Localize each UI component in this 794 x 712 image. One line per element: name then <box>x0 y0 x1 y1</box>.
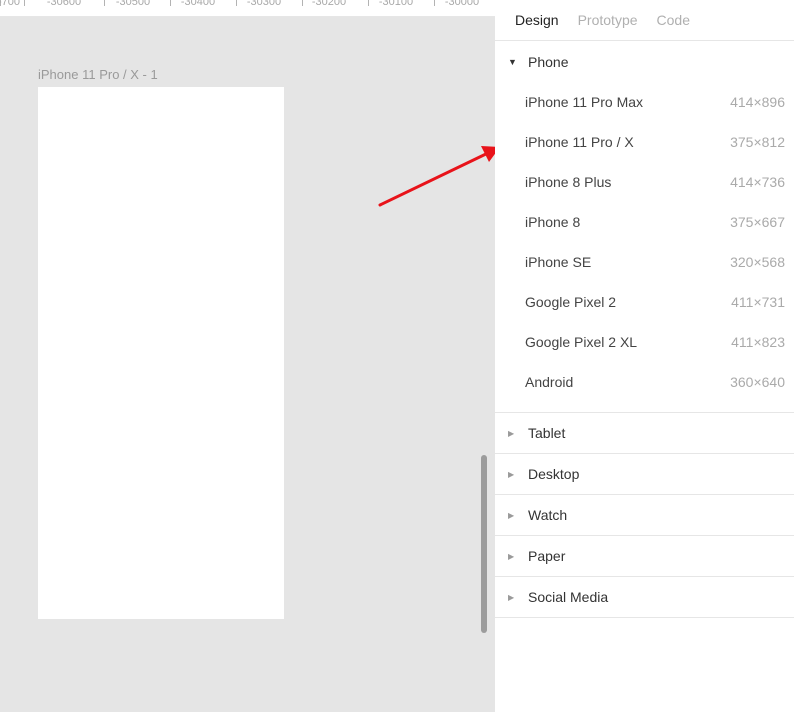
preset-google-pixel-2-xl[interactable]: Google Pixel 2 XL 411×823 <box>495 322 794 362</box>
preset-name: iPhone SE <box>525 254 592 270</box>
preset-size: 411×823 <box>731 334 785 350</box>
tab-prototype[interactable]: Prototype <box>578 12 638 28</box>
properties-panel: Design Prototype Code ▼ Phone iPhone 11 … <box>495 0 794 712</box>
caret-down-icon: ▼ <box>508 56 517 67</box>
ruler-tick <box>302 0 303 6</box>
preset-size: 414×736 <box>730 174 785 190</box>
ruler-label: -30500 <box>115 0 151 8</box>
caret-right-icon: ▶ <box>508 551 515 561</box>
section-watch[interactable]: ▶ Watch <box>495 495 794 536</box>
ruler-label: -700 <box>0 0 21 8</box>
section-label: Tablet <box>528 425 566 441</box>
ruler-tick <box>236 0 237 6</box>
ruler-tick <box>170 0 171 6</box>
preset-size: 411×731 <box>731 294 785 310</box>
ruler-tick <box>104 0 105 6</box>
ruler-tick <box>368 0 369 6</box>
horizontal-ruler: -700 -30600 -30500 -30400 -30300 -30200 … <box>0 0 495 17</box>
artboard-frame[interactable] <box>38 87 284 619</box>
panel-tabs: Design Prototype Code <box>495 0 794 41</box>
caret-right-icon: ▶ <box>508 469 515 479</box>
ruler-label: -30200 <box>311 0 347 8</box>
ruler-label: -30000 <box>444 0 480 8</box>
preset-name: iPhone 8 Plus <box>525 174 612 190</box>
tab-design[interactable]: Design <box>515 12 559 28</box>
section-label: Social Media <box>528 589 609 605</box>
frame-label[interactable]: iPhone 11 Pro / X - 1 <box>38 67 158 82</box>
ruler-label: -30100 <box>378 0 414 8</box>
preset-name: Android <box>525 374 574 390</box>
vertical-scrollbar[interactable] <box>481 455 487 633</box>
section-label: Watch <box>528 507 568 523</box>
section-label: Phone <box>528 53 569 70</box>
preset-name: iPhone 11 Pro / X <box>525 134 634 150</box>
preset-iphone-8-plus[interactable]: iPhone 8 Plus 414×736 <box>495 162 794 202</box>
ruler-tick <box>24 0 25 6</box>
preset-name: Google Pixel 2 <box>525 294 617 310</box>
preset-size: 375×667 <box>730 214 785 230</box>
tab-code[interactable]: Code <box>657 12 690 28</box>
preset-size: 320×568 <box>730 254 785 270</box>
ruler-label: -30300 <box>246 0 282 8</box>
preset-size: 360×640 <box>730 374 785 390</box>
phone-section: ▼ Phone iPhone 11 Pro Max 414×896 iPhone… <box>495 41 794 413</box>
caret-right-icon: ▶ <box>508 592 515 602</box>
preset-name: iPhone 8 <box>525 214 581 230</box>
phone-section-header[interactable]: ▼ Phone <box>495 41 794 82</box>
preset-android[interactable]: Android 360×640 <box>495 362 794 402</box>
section-social-media[interactable]: ▶ Social Media <box>495 577 794 618</box>
ruler-label: -30600 <box>46 0 82 8</box>
preset-iphone-8[interactable]: iPhone 8 375×667 <box>495 202 794 242</box>
section-label: Paper <box>528 548 566 564</box>
caret-right-icon: ▶ <box>508 510 515 520</box>
preset-iphone-11-pro-max[interactable]: iPhone 11 Pro Max 414×896 <box>495 82 794 122</box>
preset-name: iPhone 11 Pro Max <box>525 94 644 110</box>
section-desktop[interactable]: ▶ Desktop <box>495 454 794 495</box>
section-paper[interactable]: ▶ Paper <box>495 536 794 577</box>
caret-right-icon: ▶ <box>508 428 515 438</box>
preset-iphone-11-pro-x[interactable]: iPhone 11 Pro / X 375×812 <box>495 122 794 162</box>
section-label: Desktop <box>528 466 580 482</box>
ruler-label: -30400 <box>180 0 216 8</box>
preset-size: 414×896 <box>730 94 785 110</box>
design-canvas[interactable]: iPhone 11 Pro / X - 1 <box>0 17 495 712</box>
ruler-tick <box>434 0 435 6</box>
preset-size: 375×812 <box>730 134 785 150</box>
section-tablet[interactable]: ▶ Tablet <box>495 413 794 454</box>
preset-name: Google Pixel 2 XL <box>525 334 638 350</box>
preset-google-pixel-2[interactable]: Google Pixel 2 411×731 <box>495 282 794 322</box>
preset-iphone-se[interactable]: iPhone SE 320×568 <box>495 242 794 282</box>
